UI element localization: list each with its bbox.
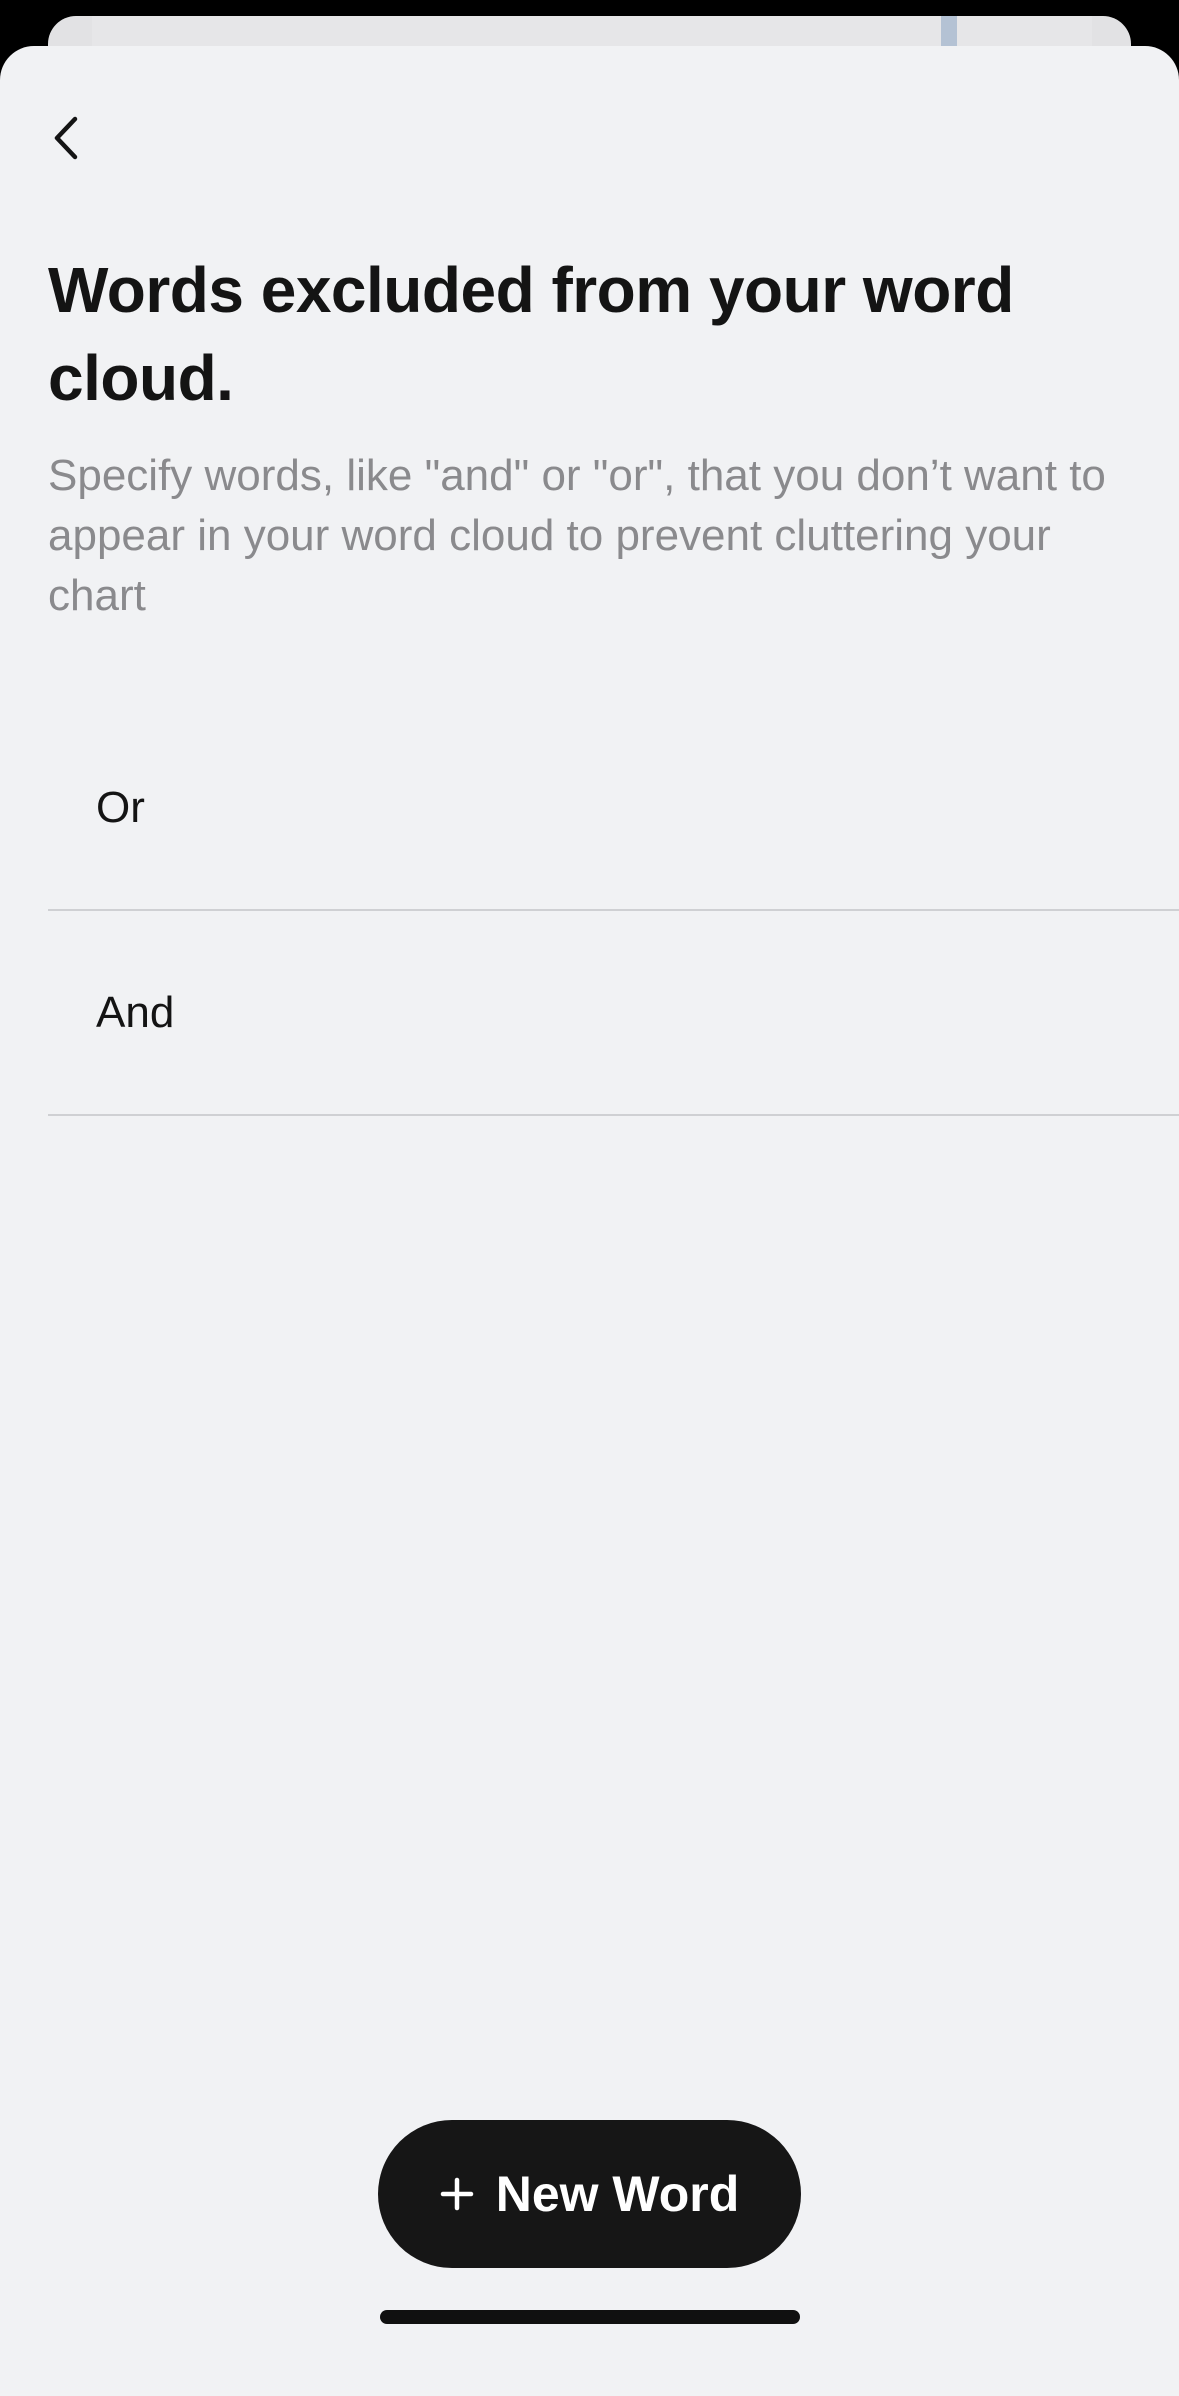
list-item-label: Or	[96, 782, 145, 832]
list-item-label: And	[96, 987, 175, 1037]
chevron-left-icon	[48, 115, 84, 161]
app-root: Words excluded from your word cloud. Spe…	[0, 0, 1179, 2396]
list-item[interactable]: Or	[48, 706, 1179, 911]
home-indicator	[380, 2310, 800, 2324]
plus-icon	[440, 2177, 474, 2211]
back-button[interactable]	[34, 106, 98, 170]
excluded-word-list: Or And	[48, 706, 1179, 1116]
page-description: Specify words, like "and" or "or", that …	[48, 451, 1106, 620]
list-item[interactable]: And	[48, 911, 1179, 1116]
page-title: Words excluded from your word cloud.	[48, 254, 1014, 414]
new-word-label: New Word	[495, 2166, 740, 2222]
new-word-button[interactable]: New Word	[378, 2120, 801, 2268]
excluded-words-sheet: Words excluded from your word cloud. Spe…	[0, 46, 1179, 2396]
